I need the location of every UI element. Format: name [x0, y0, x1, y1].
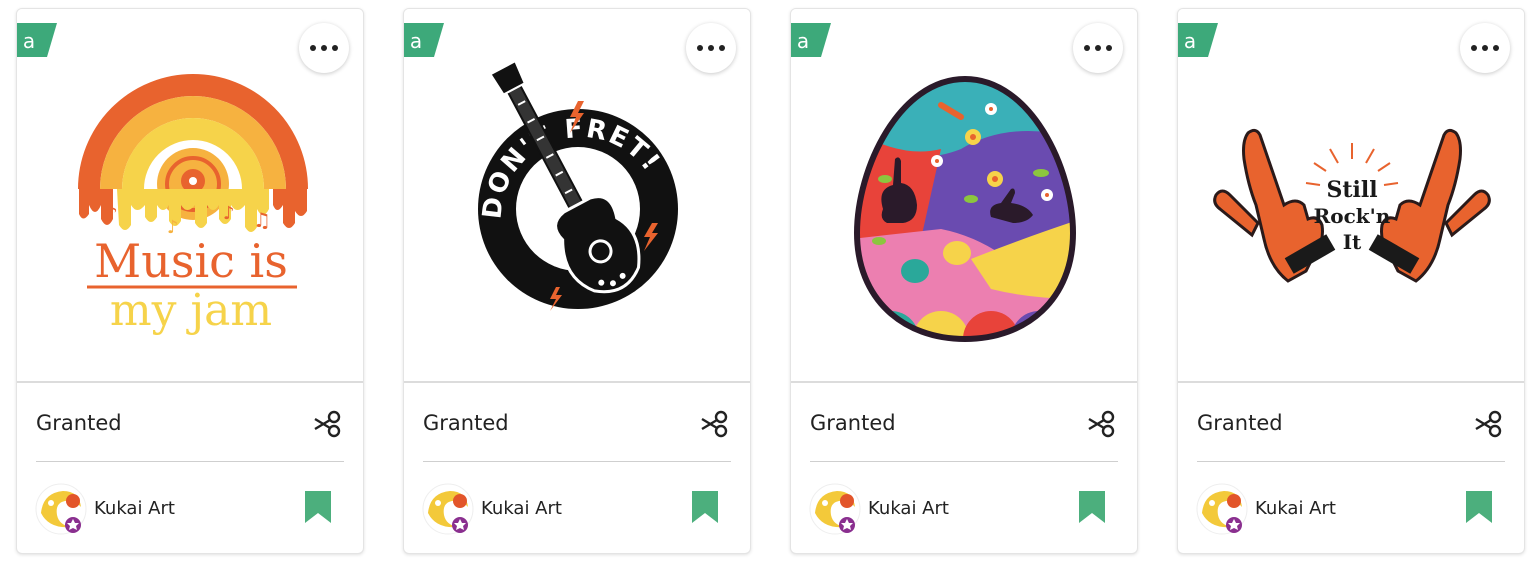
card-image-still-rockn-it[interactable]: Still Rock'n It a	[1178, 9, 1524, 381]
designer-name[interactable]: Kukai Art	[94, 498, 175, 519]
access-a-icon: a	[791, 23, 831, 57]
license-label: Granted	[423, 411, 509, 435]
more-dot-icon	[708, 45, 714, 51]
card-image-dont-fret[interactable]: DON'T FRET!	[404, 9, 750, 381]
more-options-button[interactable]	[686, 23, 736, 73]
bookmark-icon[interactable]	[692, 491, 718, 523]
art-text-line1: Still	[1326, 177, 1377, 203]
svg-text:♪: ♪	[105, 202, 118, 226]
divider	[1197, 461, 1505, 462]
more-dot-icon	[321, 45, 327, 51]
project-card[interactable]: a Granted Kukai Art	[790, 8, 1138, 554]
bookmark-icon[interactable]	[305, 491, 331, 523]
more-dot-icon	[719, 45, 725, 51]
svg-text:♪: ♪	[223, 203, 235, 224]
access-a-icon: a	[404, 23, 444, 57]
scissors-icon[interactable]	[1474, 410, 1504, 438]
more-dot-icon	[1493, 45, 1499, 51]
more-dot-icon	[1482, 45, 1488, 51]
project-card[interactable]: Still Rock'n It a Granted Kukai Art	[1177, 8, 1525, 554]
project-card[interactable]: DON'T FRET!	[403, 8, 751, 554]
card-image-easter-egg[interactable]: a	[791, 9, 1137, 381]
license-label: Granted	[1197, 411, 1283, 435]
project-card-grid: ♪ ♪ ♪ ♫ Music is my jam a Granted Kukai …	[0, 0, 1536, 564]
more-dot-icon	[1471, 45, 1477, 51]
more-options-button[interactable]	[1460, 23, 1510, 73]
more-options-button[interactable]	[1073, 23, 1123, 73]
divider	[17, 381, 363, 383]
access-a-icon: a	[17, 23, 57, 57]
art-text-line3: It	[1343, 230, 1362, 254]
divider	[1178, 381, 1524, 383]
more-dot-icon	[1095, 45, 1101, 51]
divider	[36, 461, 344, 462]
license-label: Granted	[810, 411, 896, 435]
designer-name[interactable]: Kukai Art	[481, 498, 562, 519]
designer-avatar[interactable]	[1196, 483, 1248, 535]
divider	[404, 381, 750, 383]
svg-text:♫: ♫	[253, 208, 271, 232]
more-dot-icon	[332, 45, 338, 51]
designer-name[interactable]: Kukai Art	[1255, 498, 1336, 519]
svg-text:a: a	[1184, 29, 1196, 53]
license-label: Granted	[36, 411, 122, 435]
divider	[791, 381, 1137, 383]
designer-avatar[interactable]	[809, 483, 861, 535]
art-text-line1: Music is	[94, 234, 288, 288]
svg-text:a: a	[23, 29, 35, 53]
scissors-icon[interactable]	[700, 410, 730, 438]
more-dot-icon	[697, 45, 703, 51]
art-text-line2: Rock'n	[1314, 204, 1391, 228]
divider	[810, 461, 1118, 462]
designer-name[interactable]: Kukai Art	[868, 498, 949, 519]
divider	[423, 461, 731, 462]
designer-avatar[interactable]	[422, 483, 474, 535]
more-dot-icon	[1084, 45, 1090, 51]
bookmark-icon[interactable]	[1466, 491, 1492, 523]
svg-text:a: a	[797, 29, 809, 53]
scissors-icon[interactable]	[1087, 410, 1117, 438]
scissors-icon[interactable]	[313, 410, 343, 438]
designer-avatar[interactable]	[35, 483, 87, 535]
more-dot-icon	[1106, 45, 1112, 51]
more-options-button[interactable]	[299, 23, 349, 73]
more-dot-icon	[310, 45, 316, 51]
card-image-music-is-my-jam[interactable]: ♪ ♪ ♪ ♫ Music is my jam a	[17, 9, 363, 381]
art-text-line2: my jam	[110, 285, 272, 336]
project-card[interactable]: ♪ ♪ ♪ ♫ Music is my jam a Granted Kukai …	[16, 8, 364, 554]
svg-text:a: a	[410, 29, 422, 53]
bookmark-icon[interactable]	[1079, 491, 1105, 523]
access-a-icon: a	[1178, 23, 1218, 57]
